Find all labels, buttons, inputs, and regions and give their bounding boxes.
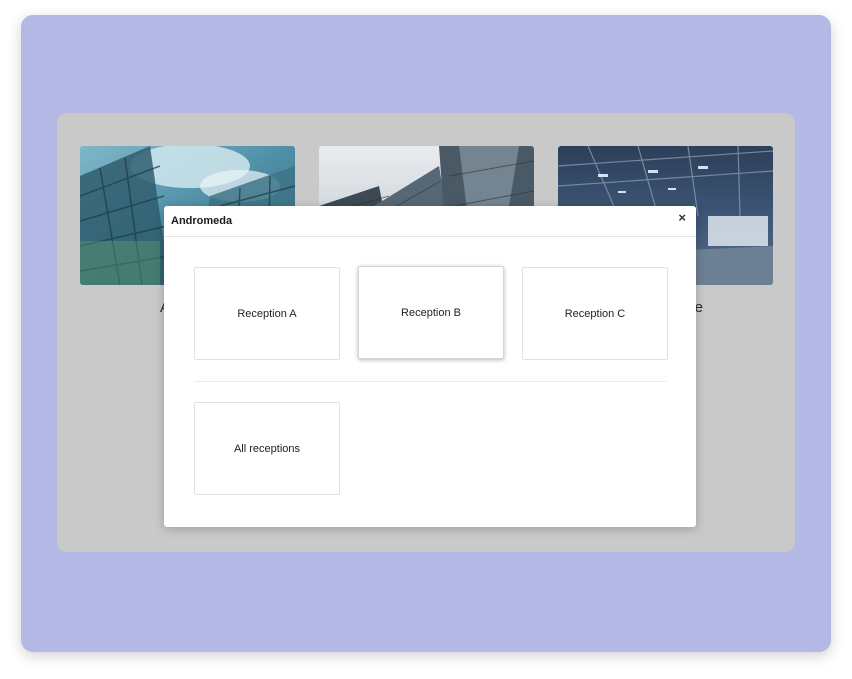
all-receptions-button[interactable]: All receptions [194,402,340,495]
dialog-title: Andromeda [171,215,233,227]
reception-b-button[interactable]: Reception B [358,266,504,359]
dialog-header: Andromeda × [164,206,696,237]
close-icon[interactable]: × [678,211,686,225]
reception-c-button[interactable]: Reception C [522,267,668,360]
reception-a-button[interactable]: Reception A [194,267,340,360]
divider [194,381,666,382]
reception-dialog: Andromeda × Reception A Reception B Rece… [164,206,696,527]
